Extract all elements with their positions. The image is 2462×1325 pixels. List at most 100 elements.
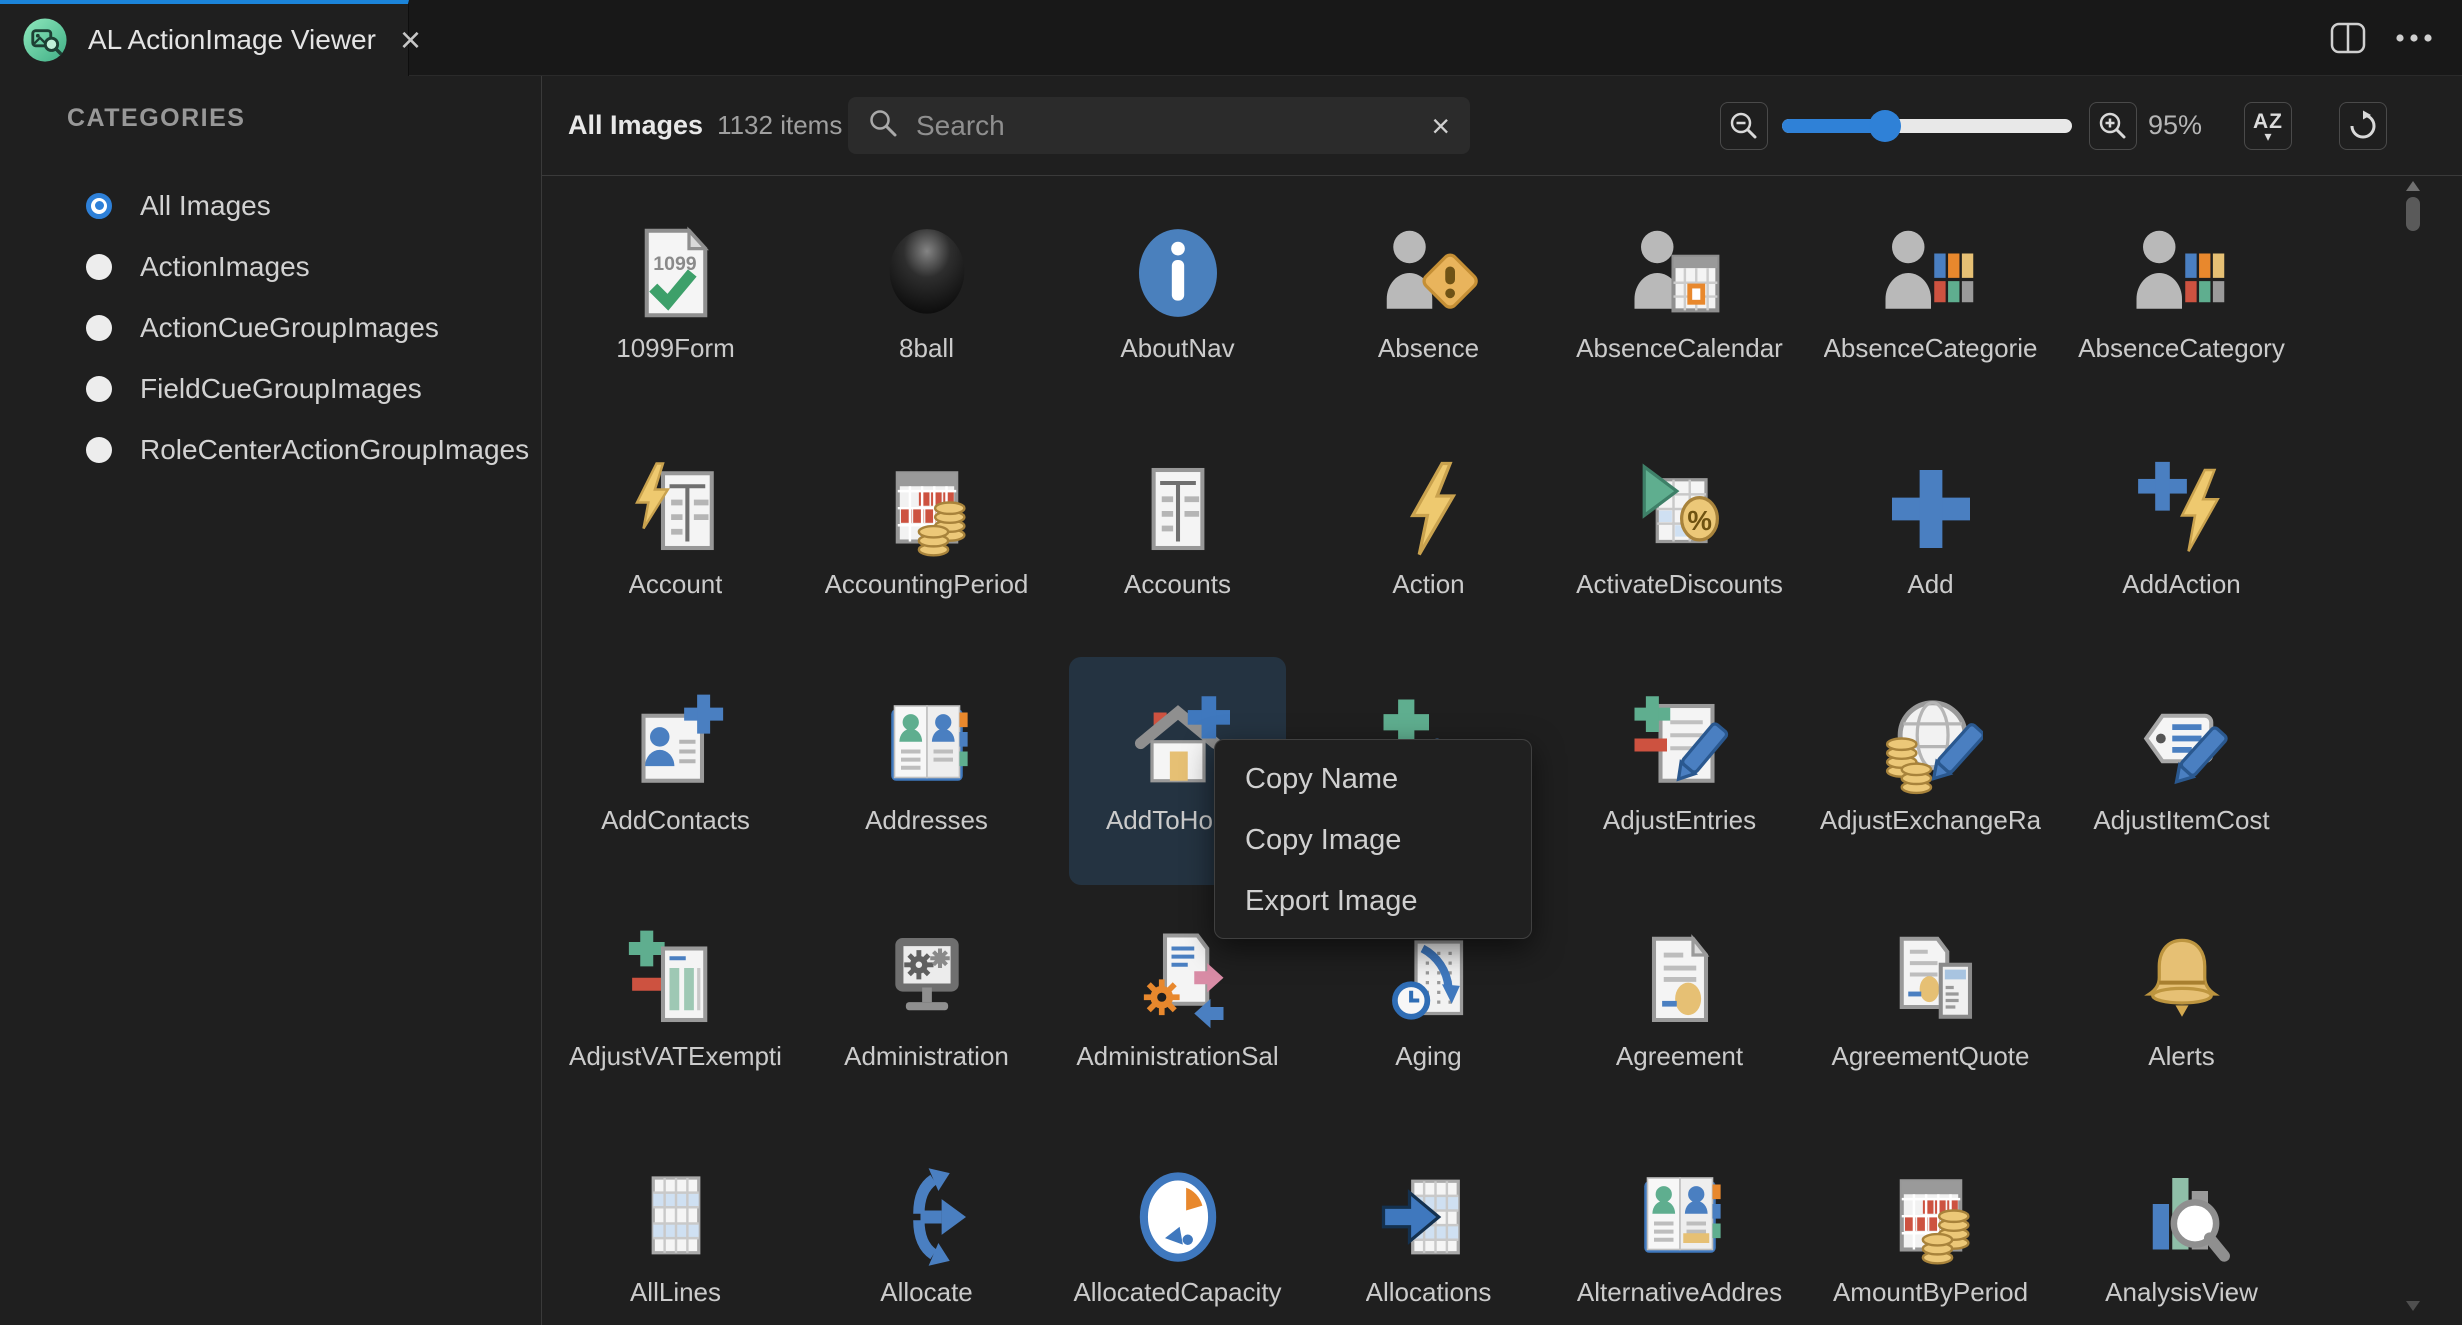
categories-panel: CATEGORIES All ImagesActionImagesActionC… <box>0 76 542 1325</box>
context-menu: Copy NameCopy ImageExport Image <box>1214 739 1532 939</box>
image-label: Administration <box>844 1041 1009 1072</box>
image-label: AdjustExchangeRa <box>1820 805 2041 836</box>
slider-thumb[interactable] <box>1869 110 1901 142</box>
tag-pen-icon <box>2130 693 2234 797</box>
scrollbar-up-icon[interactable] <box>2406 181 2420 191</box>
image-tile[interactable]: AddContacts <box>550 649 801 885</box>
extension-logo-icon <box>22 17 68 63</box>
zoom-in-button[interactable] <box>2089 102 2137 150</box>
image-label: Accounts <box>1124 569 1231 600</box>
radio-icon[interactable] <box>86 376 112 402</box>
image-tile[interactable]: AboutNav <box>1052 177 1303 413</box>
category-option[interactable]: ActionCueGroupImages <box>0 297 541 358</box>
tab-close-icon[interactable]: × <box>400 22 421 58</box>
doc-vat-icon <box>624 929 728 1033</box>
plus-lightning-icon <box>2130 457 2234 561</box>
image-tile[interactable]: Allocations <box>1303 1121 1554 1325</box>
image-label: AlternativeAddres <box>1577 1277 1782 1308</box>
zoom-slider[interactable] <box>1782 76 2072 176</box>
category-option[interactable]: FieldCueGroupImages <box>0 358 541 419</box>
radio-icon[interactable] <box>86 315 112 341</box>
sort-alpha-button[interactable]: AZ ▾ <box>2244 102 2292 150</box>
radio-icon[interactable] <box>86 193 112 219</box>
image-label: AnalysisView <box>2105 1277 2258 1308</box>
svg-text:%: % <box>1687 505 1712 536</box>
category-list: All Images ActionImages ActionCueGroupImag… <box>0 175 541 480</box>
globe-coins-pen-icon <box>1879 693 1983 797</box>
branch-arrows-icon <box>875 1165 979 1269</box>
search-box[interactable]: × <box>848 97 1470 154</box>
image-tile[interactable]: Add <box>1805 413 2056 649</box>
category-option[interactable]: All Images <box>0 175 541 236</box>
address-book-alt-icon <box>1628 1165 1732 1269</box>
image-tile[interactable]: AbsenceCategorie <box>1805 177 2056 413</box>
view-title: All Images <box>568 110 703 141</box>
refresh-button[interactable] <box>2339 102 2387 150</box>
person-warning-icon <box>1377 221 1481 325</box>
monitor-gears-icon <box>875 929 979 1033</box>
image-tile[interactable]: AdjustEntries <box>1554 649 1805 885</box>
clear-search-icon[interactable]: × <box>1431 110 1450 142</box>
image-tile[interactable]: Administration <box>801 885 1052 1121</box>
image-label: AllLines <box>630 1277 721 1308</box>
context-menu-item[interactable]: Copy Image <box>1215 810 1531 871</box>
view-summary: All Images 1132 items <box>568 76 842 175</box>
image-tile[interactable]: AdjustItemCost <box>2056 649 2307 885</box>
more-actions-icon[interactable] <box>2394 32 2434 44</box>
image-tile[interactable]: AmountByPeriod <box>1805 1121 2056 1325</box>
image-tile[interactable]: 8ball <box>801 177 1052 413</box>
sphere-icon <box>875 221 979 325</box>
image-tile[interactable]: AllLines <box>550 1121 801 1325</box>
form-check-icon: 1099 <box>624 221 728 325</box>
radio-icon[interactable] <box>86 437 112 463</box>
capacity-ring-icon <box>1126 1165 1230 1269</box>
category-label: ActionCueGroupImages <box>140 312 439 344</box>
image-tile[interactable]: Allocate <box>801 1121 1052 1325</box>
category-option[interactable]: RoleCenterActionGroupImages <box>0 419 541 480</box>
image-tile[interactable]: Accounts <box>1052 413 1303 649</box>
image-tile[interactable]: Action <box>1303 413 1554 649</box>
image-tile[interactable]: AdjustExchangeRa <box>1805 649 2056 885</box>
tab-al-actionimage-viewer[interactable]: AL ActionImage Viewer × <box>0 0 409 76</box>
image-label: AmountByPeriod <box>1833 1277 2028 1308</box>
zoom-percent: 95% <box>2148 76 2202 175</box>
image-tile[interactable]: Absence <box>1303 177 1554 413</box>
image-label: AddContacts <box>601 805 750 836</box>
info-circle-icon <box>1126 221 1230 325</box>
image-tile[interactable]: AbsenceCalendar <box>1554 177 1805 413</box>
search-input[interactable] <box>914 109 1415 143</box>
radio-icon[interactable] <box>86 254 112 280</box>
image-tile[interactable]: Addresses <box>801 649 1052 885</box>
context-menu-item[interactable]: Copy Name <box>1215 749 1531 810</box>
editor-tab-bar: AL ActionImage Viewer × <box>0 0 2462 76</box>
category-option[interactable]: ActionImages <box>0 236 541 297</box>
image-tile[interactable]: Account <box>550 413 801 649</box>
image-tile[interactable]: AccountingPeriod <box>801 413 1052 649</box>
image-tile[interactable]: AnalysisView <box>2056 1121 2307 1325</box>
split-editor-icon[interactable] <box>2330 22 2366 54</box>
person-tiles-icon <box>2130 221 2234 325</box>
image-tile[interactable]: %ActivateDiscounts <box>1554 413 1805 649</box>
plus-icon <box>1879 457 1983 561</box>
image-tile[interactable]: AlternativeAddres <box>1554 1121 1805 1325</box>
image-tile[interactable]: Alerts <box>2056 885 2307 1121</box>
image-tile[interactable]: AgreementQuote <box>1805 885 2056 1121</box>
image-tile[interactable]: AdjustVATExempti <box>550 885 801 1121</box>
image-tile[interactable]: AllocatedCapacity <box>1052 1121 1303 1325</box>
category-label: ActionImages <box>140 251 310 283</box>
scrollbar-down-icon[interactable] <box>2406 1301 2420 1311</box>
scrollbar-thumb[interactable] <box>2406 197 2420 231</box>
doc-clock-arrow-icon <box>1377 929 1481 1033</box>
toolbar: All Images 1132 items × <box>542 76 2462 176</box>
image-tile[interactable]: AbsenceCategory <box>2056 177 2307 413</box>
image-tile[interactable]: 10991099Form <box>550 177 801 413</box>
image-tile[interactable]: AddAction <box>2056 413 2307 649</box>
category-label: All Images <box>140 190 271 222</box>
image-label: Action <box>1392 569 1464 600</box>
image-tile[interactable]: Agreement <box>1554 885 1805 1121</box>
context-menu-item[interactable]: Export Image <box>1215 871 1531 932</box>
doc-seal-icon <box>1628 929 1732 1033</box>
image-label: Allocations <box>1366 1277 1492 1308</box>
zoom-out-button[interactable] <box>1720 102 1768 150</box>
sort-caret-icon: ▾ <box>2264 132 2271 142</box>
